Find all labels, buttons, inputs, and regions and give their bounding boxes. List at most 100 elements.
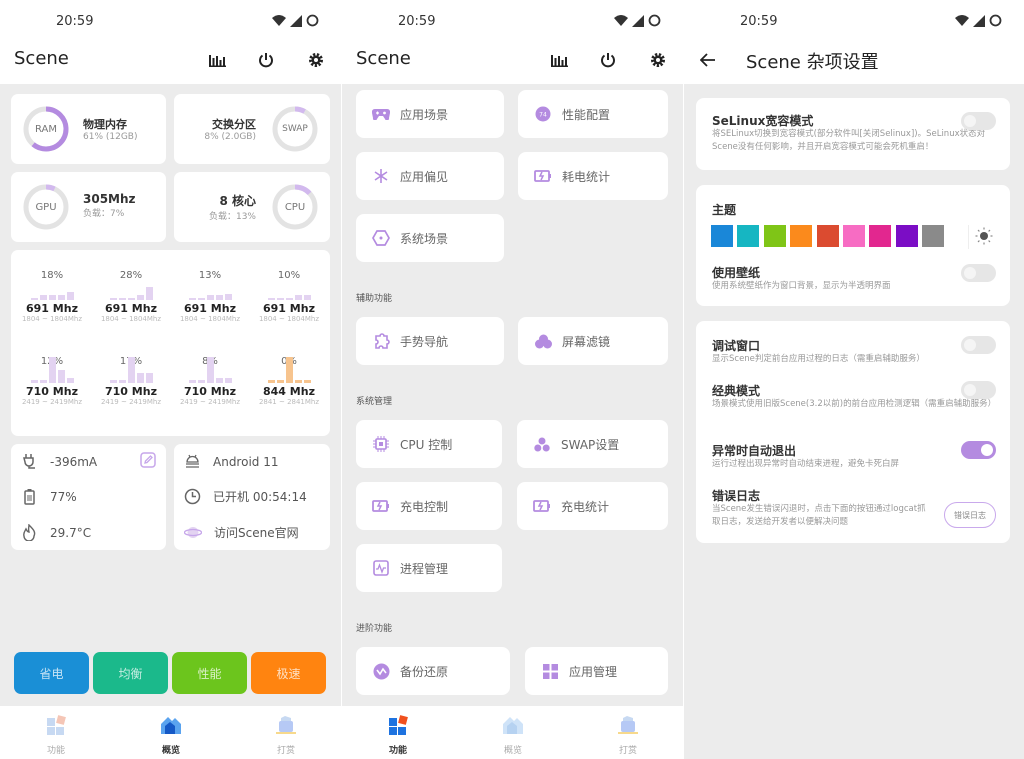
overview-screen: 20:59 Scene RAM 物理内存 61% (12GB) 交换分区 8% … — [0, 0, 341, 759]
history-bar — [285, 298, 293, 300]
power-button[interactable] — [254, 48, 278, 72]
app-scenes-button[interactable]: 应用场景 — [356, 90, 504, 138]
mode-fast[interactable]: 极速 — [251, 652, 326, 694]
classic-toggle[interactable] — [961, 381, 996, 399]
history-bar — [303, 295, 311, 300]
chart-button[interactable] — [547, 48, 571, 72]
status-bar: 20:59 — [684, 0, 1024, 42]
debug-toggle[interactable] — [961, 336, 996, 354]
selinux-toggle[interactable] — [961, 112, 996, 130]
cpu-card[interactable]: 8 核心 负载：13% CPU — [174, 172, 330, 242]
history-bar — [145, 287, 153, 300]
divider — [968, 225, 969, 249]
ram-card[interactable]: RAM 物理内存 61% (12GB) — [11, 94, 166, 164]
nav-donate[interactable]: 打赏 — [256, 714, 316, 756]
error-log-button[interactable]: 错误日志 — [944, 502, 996, 528]
autoexit-toggle[interactable] — [961, 441, 996, 459]
wallpaper-toggle[interactable] — [961, 264, 996, 282]
power-stats-button[interactable]: 耗电统计 — [518, 152, 668, 200]
theme-color-swatch[interactable] — [763, 225, 786, 247]
status-bar: 20:59 — [342, 0, 683, 42]
app-bar: Scene — [342, 42, 683, 84]
system-scenes-button[interactable]: 系统场景 — [356, 214, 504, 262]
swap-title: 交换分区 — [212, 118, 256, 131]
mode-balanced[interactable]: 均衡 — [93, 652, 168, 694]
battery-temperature: 29.7°C — [50, 525, 92, 540]
debug-desc: 显示Scene判定前台应用过程的日志（需重启辅助服务） — [712, 354, 925, 364]
battery-icon — [24, 489, 35, 505]
brightness-button[interactable] — [975, 227, 993, 249]
swap-settings-button[interactable]: SWAP设置 — [517, 420, 668, 468]
mode-performance[interactable]: 性能 — [172, 652, 247, 694]
swap-card[interactable]: 交换分区 8% (2.0GB) SWAP — [174, 94, 330, 164]
battery-card[interactable]: -396mA 77% 29.7°C — [11, 444, 166, 550]
history-bar — [267, 380, 275, 383]
app-preference-button[interactable]: 应用偏见 — [356, 152, 504, 200]
core-history — [13, 284, 91, 300]
core-range: 2419 ~ 2419Mhz — [100, 398, 162, 406]
settings-button[interactable] — [304, 48, 328, 72]
swap-detail: 8% (2.0GB) — [204, 132, 256, 142]
app-manager-button[interactable]: 应用管理 — [525, 647, 668, 695]
battery-charge-icon — [372, 500, 389, 512]
backup-icon — [373, 663, 389, 679]
theme-color-swatch[interactable] — [895, 225, 918, 247]
performance-config-button[interactable]: 74 性能配置 — [518, 90, 668, 138]
selinux-desc: 将SELinux切换到宽容模式(部分软件叫[关闭Selinux])。SeLinu… — [712, 129, 986, 152]
battery-ring-icon — [306, 14, 319, 27]
nav-overview[interactable]: 概览 — [141, 714, 201, 756]
feature-label: 应用场景 — [400, 107, 449, 122]
core-load: 10% — [277, 270, 301, 281]
status-time: 20:59 — [56, 14, 94, 29]
battery-charge-icon — [533, 500, 550, 512]
theme-color-swatch[interactable] — [790, 225, 813, 247]
theme-color-swatch[interactable] — [711, 225, 733, 247]
snowflake-icon — [374, 169, 388, 183]
gesture-nav-button[interactable]: 手势导航 — [356, 317, 504, 365]
nav-overview[interactable]: 概览 — [483, 714, 543, 756]
wallpaper-desc: 使用系统壁纸作为窗口背景，显示为半透明界面 — [712, 281, 891, 291]
cpu-cores: 8 核心 — [219, 194, 256, 208]
edit-button[interactable] — [140, 452, 156, 472]
back-button[interactable] — [696, 48, 720, 72]
settings-button[interactable] — [646, 48, 670, 72]
power-icon — [259, 53, 273, 68]
nav-label: 打赏 — [276, 746, 295, 756]
cloud-filter-icon — [534, 334, 552, 348]
backup-restore-button[interactable]: 备份还原 — [356, 647, 510, 695]
feature-label: 耗电统计 — [562, 169, 611, 184]
gpu-card[interactable]: GPU 305Mhz 负载：7% — [11, 172, 166, 242]
screen-filter-button[interactable]: 屏幕滤镜 — [518, 317, 668, 365]
process-manager-button[interactable]: 进程管理 — [356, 544, 502, 592]
charge-control-button[interactable]: 充电控制 — [356, 482, 502, 530]
mode-label: 省电 — [39, 666, 64, 681]
nav-donate[interactable]: 打赏 — [598, 714, 658, 756]
cpu-cores-card[interactable]: 18% 691 Mhz 1804 ~ 1804Mhz 28% 691 Mhz 1804 ~… — [11, 250, 330, 436]
website-link[interactable]: 访问Scene官网 — [184, 524, 299, 541]
core-frequency: 844 Mhz — [263, 385, 315, 398]
history-bar — [30, 298, 38, 300]
theme-color-swatch[interactable] — [843, 225, 865, 247]
chart-button[interactable] — [205, 48, 229, 72]
history-bar — [66, 377, 74, 383]
app-title: Scene — [14, 48, 69, 69]
nav-features[interactable]: 功能 — [26, 714, 86, 756]
cpu-core: 13% 691 Mhz 1804 ~ 1804Mhz — [171, 270, 249, 323]
mode-power-save[interactable]: 省电 — [14, 652, 89, 694]
cpu-control-button[interactable]: CPU 控制 — [356, 420, 502, 468]
charge-stats-button[interactable]: 充电统计 — [517, 482, 668, 530]
history-bar — [294, 295, 302, 300]
history-bar — [294, 380, 302, 383]
features-screen: 20:59 Scene 应用场景 74 性能配置 应用偏见 耗电统计 系统场景 … — [342, 0, 683, 759]
theme-color-swatch[interactable] — [816, 225, 839, 247]
cpu-core: 17%710 Mhz2419 ~ 2419Mhz — [92, 356, 170, 406]
power-button[interactable] — [596, 48, 620, 72]
cpu-label: CPU — [284, 201, 306, 213]
theme-color-swatch[interactable] — [869, 225, 892, 247]
feature-label: 充电统计 — [561, 499, 610, 514]
core-range: 1804 ~ 1804Mhz — [258, 315, 320, 323]
theme-color-swatch[interactable] — [737, 225, 760, 247]
donate-icon — [276, 716, 296, 734]
nav-features[interactable]: 功能 — [368, 714, 428, 756]
theme-color-swatch[interactable] — [922, 225, 945, 247]
